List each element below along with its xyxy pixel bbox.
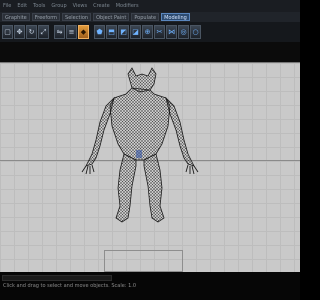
menu-tools[interactable]: Tools	[33, 2, 45, 11]
polygon-tool-icon[interactable]: ⬟	[94, 25, 105, 39]
tab-modeling[interactable]: Modeling	[161, 13, 190, 21]
move-tool-icon[interactable]: ✥	[14, 25, 25, 39]
tab-selection[interactable]: Selection	[62, 13, 92, 21]
front-viewport[interactable]	[0, 62, 300, 273]
menu-file[interactable]: File	[3, 2, 11, 11]
menu-create[interactable]: Create	[93, 2, 110, 11]
scale-tool-icon[interactable]: ⤢	[38, 25, 49, 39]
connect-tool-icon[interactable]: ⋈	[166, 25, 177, 39]
edit-poly-tool-icon[interactable]: ◆	[78, 25, 89, 39]
menu-edit[interactable]: Edit	[17, 2, 27, 11]
cut-tool-icon[interactable]: ✂	[154, 25, 165, 39]
menu-modifiers[interactable]: Modifiers	[116, 2, 139, 11]
title-strip: File Edit Tools Group Views Create Modif…	[0, 0, 300, 22]
command-panel-band	[0, 42, 300, 62]
chamfer-tool-icon[interactable]: ◪	[130, 25, 141, 39]
extrude-tool-icon[interactable]: ⬒	[106, 25, 117, 39]
mirror-tool-icon[interactable]: ⇋	[54, 25, 65, 39]
tab-freeform[interactable]: Freeform	[31, 13, 61, 21]
loop-tool-icon[interactable]: ◎	[178, 25, 189, 39]
status-bar: Click and drag to select and move object…	[0, 272, 300, 300]
tab-graphite[interactable]: Graphite	[2, 13, 30, 21]
weld-tool-icon[interactable]: ⊕	[142, 25, 153, 39]
align-tool-icon[interactable]: ≡	[66, 25, 77, 39]
ribbon-tabs: Graphite Freeform Selection Object Paint…	[0, 12, 300, 22]
main-toolbar: ▢ ✥ ↻ ⤢ ⇋ ≡ ◆ ⬟ ⬒ ◩ ◪ ⊕ ✂ ⋈ ◎ ○	[0, 22, 300, 42]
ring-tool-icon[interactable]: ○	[190, 25, 201, 39]
rotate-tool-icon[interactable]: ↻	[26, 25, 37, 39]
tab-object-paint[interactable]: Object Paint	[93, 13, 130, 21]
menu-bar: File Edit Tools Group Views Create Modif…	[0, 2, 300, 11]
maxscript-listener-input[interactable]	[2, 275, 112, 281]
status-prompt-text: Click and drag to select and move object…	[3, 283, 137, 289]
ground-plate	[104, 250, 183, 272]
werewolf-wireframe-model[interactable]	[70, 66, 230, 226]
tab-populate[interactable]: Populate	[131, 13, 160, 21]
app-window: File Edit Tools Group Views Create Modif…	[0, 0, 300, 300]
select-tool-icon[interactable]: ▢	[2, 25, 13, 39]
menu-views[interactable]: Views	[73, 2, 87, 11]
menu-group[interactable]: Group	[51, 2, 66, 11]
bevel-tool-icon[interactable]: ◩	[118, 25, 129, 39]
